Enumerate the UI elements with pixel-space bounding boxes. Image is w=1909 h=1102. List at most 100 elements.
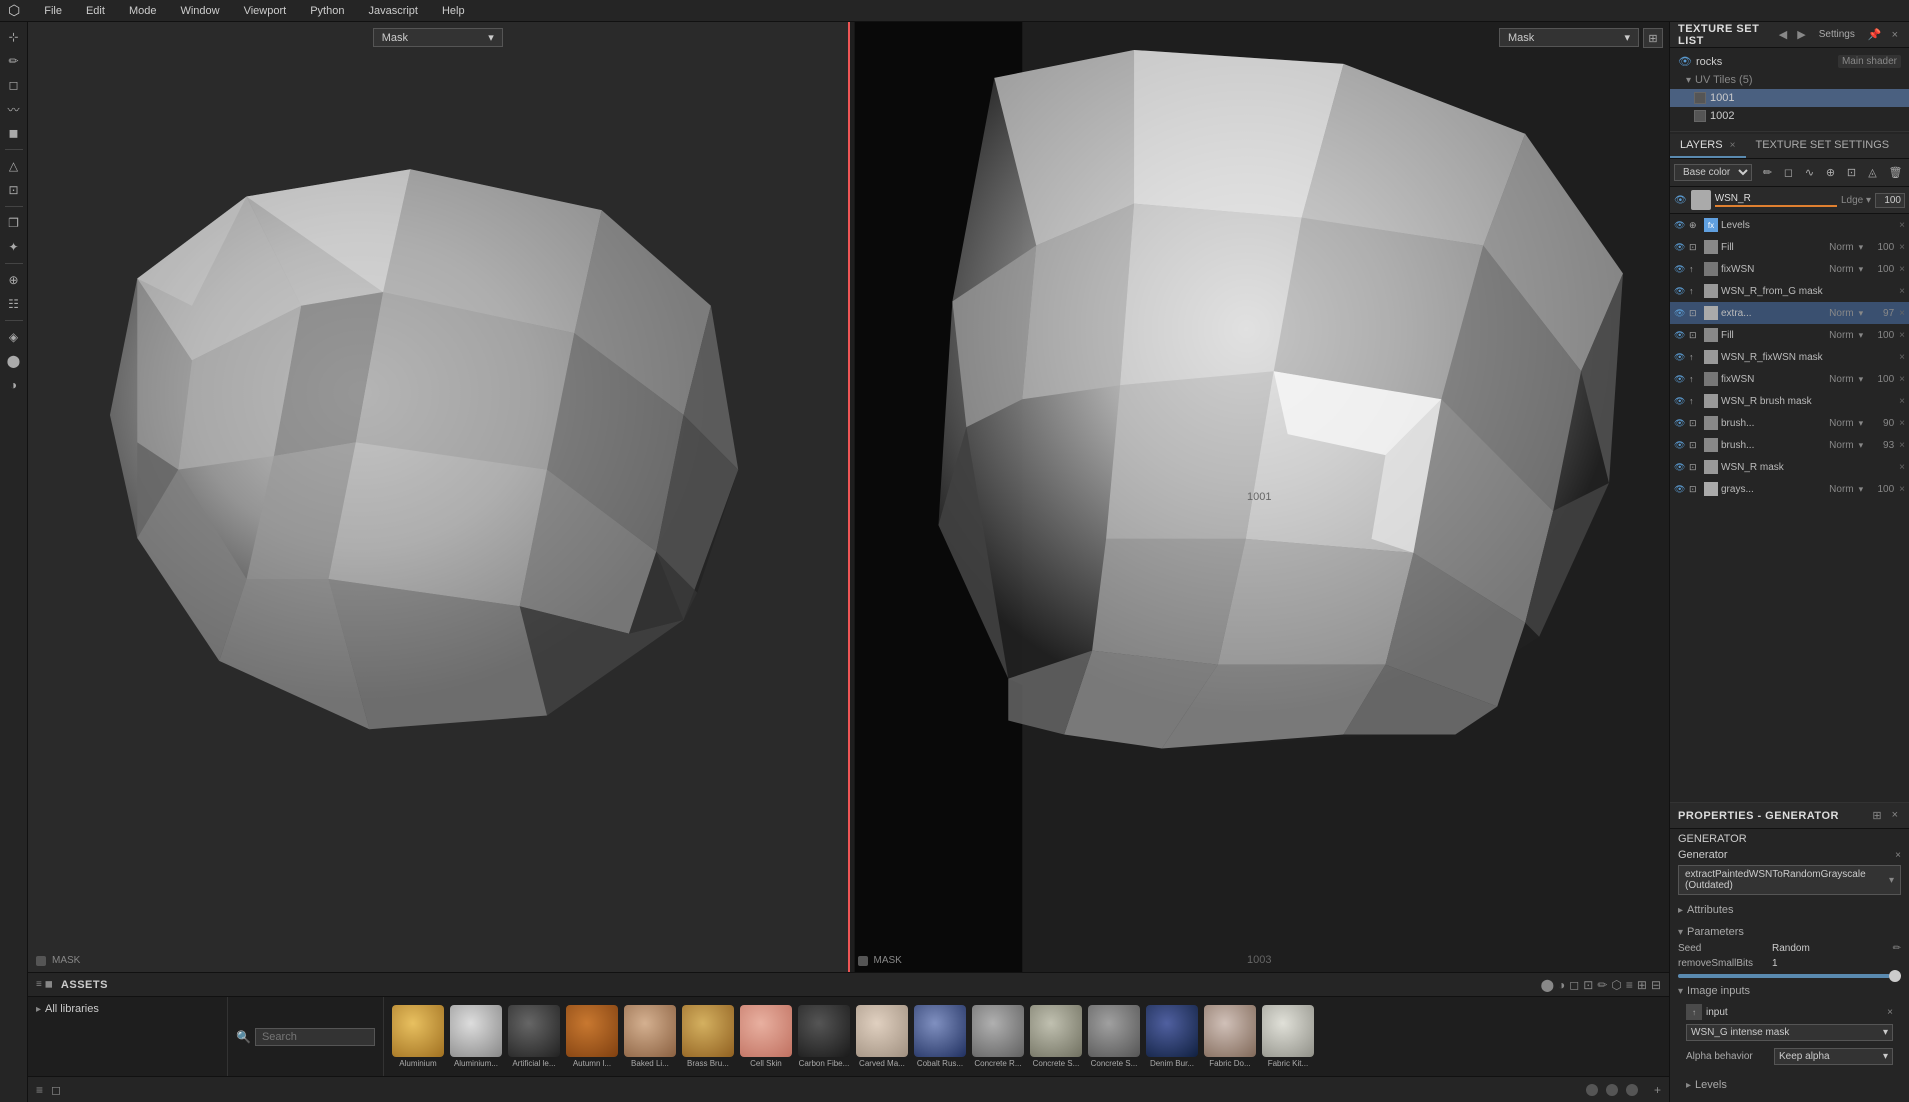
layer-tool-brush[interactable]: ∿ xyxy=(1800,162,1819,184)
layer-item-fixwsn-2[interactable]: 👁 ↑ fixWSN Norm ▾ 100 × xyxy=(1670,368,1909,390)
tsl-pin[interactable]: 📌 xyxy=(1865,27,1885,42)
assets-sphere-icon[interactable]: ⬤ xyxy=(1541,978,1554,992)
thumb-9[interactable] xyxy=(914,1005,966,1057)
thumb-15[interactable] xyxy=(1262,1005,1314,1057)
layer-close-wsn-from-g[interactable]: × xyxy=(1899,286,1905,297)
thumb-item-0[interactable]: Aluminium xyxy=(392,1005,444,1068)
layer-close-fill-1[interactable]: × xyxy=(1899,242,1905,253)
layer-tool-smudge[interactable]: ⊡ xyxy=(1842,162,1861,184)
menu-help[interactable]: Help xyxy=(438,3,469,19)
plus-btn[interactable]: + xyxy=(1654,1083,1661,1097)
tool-eraser[interactable]: ◻ xyxy=(3,74,25,96)
layer-item-levels[interactable]: 👁 ⊕ fx Levels × xyxy=(1670,214,1909,236)
layer-item-fixwsn-1[interactable]: 👁 ↑ fixWSN Norm ▾ 100 × xyxy=(1670,258,1909,280)
tool-picker[interactable]: ✦ xyxy=(3,236,25,258)
thumb-item-6[interactable]: Cell Skin xyxy=(740,1005,792,1068)
thumb-item-4[interactable]: Baked Li... xyxy=(624,1005,676,1068)
layer-item-wsn-brush-mask[interactable]: 👁 ↑ WSN_R brush mask × xyxy=(1670,390,1909,412)
layer-eye-wsn-from-g[interactable]: 👁 xyxy=(1674,286,1686,297)
tool-fill[interactable]: ◼ xyxy=(3,122,25,144)
tsl-nav-left[interactable]: ◀ xyxy=(1776,27,1790,42)
tab-texture-set-settings[interactable]: TEXTURE SET SETTINGS xyxy=(1746,134,1900,158)
rocks-item[interactable]: 👁 rocks Main shader xyxy=(1670,52,1909,71)
assets-filter-icon[interactable]: ⊡ xyxy=(1583,978,1593,992)
search-input[interactable] xyxy=(255,1028,375,1046)
layer-eye-fill-2[interactable]: 👁 xyxy=(1674,330,1686,341)
thumb-2[interactable] xyxy=(508,1005,560,1057)
tool-polygon-fill[interactable]: △ xyxy=(3,155,25,177)
tool-paint[interactable]: ✏ xyxy=(3,50,25,72)
layer-close-fixwsn-2[interactable]: × xyxy=(1899,374,1905,385)
thumb-item-15[interactable]: Fabric Kit... xyxy=(1262,1005,1314,1068)
layer-close-grays[interactable]: × xyxy=(1899,484,1905,495)
thumb-0[interactable] xyxy=(392,1005,444,1057)
thumb-item-2[interactable]: Artificial le... xyxy=(508,1005,560,1068)
assets-pattern-icon[interactable]: ⬡ xyxy=(1611,978,1621,992)
layer-tool-bucket[interactable]: ◬ xyxy=(1863,162,1882,184)
layer-close-extra[interactable]: × xyxy=(1899,308,1905,319)
thumb-item-7[interactable]: Carbon Fibe... xyxy=(798,1005,850,1068)
input-close-btn[interactable]: × xyxy=(1887,1007,1893,1018)
image-inputs-header[interactable]: ▾ Image inputs xyxy=(1678,982,1901,1000)
layer-eye-fixwsn-1[interactable]: 👁 xyxy=(1674,264,1686,275)
layer-close-brush-1[interactable]: × xyxy=(1899,418,1905,429)
assets-cube-icon[interactable]: ◻ xyxy=(1569,978,1579,992)
alpha-behavior-dropdown[interactable]: Keep alpha ▾ xyxy=(1774,1048,1893,1065)
layer-close-levels[interactable]: × xyxy=(1899,220,1905,231)
layer-eye-brush-2[interactable]: 👁 xyxy=(1674,440,1686,451)
tool-smudge[interactable]: 〰 xyxy=(3,98,25,120)
thumb-5[interactable] xyxy=(682,1005,734,1057)
layer-eye-fixwsn-2[interactable]: 👁 xyxy=(1674,374,1686,385)
tool-selection[interactable]: ⊡ xyxy=(3,179,25,201)
thumb-item-12[interactable]: Concrete S... xyxy=(1088,1005,1140,1068)
layer-item-grays[interactable]: 👁 ⊡ grays... Norm ▾ 100 × xyxy=(1670,478,1909,500)
properties-expand[interactable]: ⊞ xyxy=(1869,808,1884,823)
remove-small-bits-slider[interactable] xyxy=(1678,974,1901,978)
thumb-item-1[interactable]: Aluminium... xyxy=(450,1005,502,1068)
thumb-item-3[interactable]: Autumn l... xyxy=(566,1005,618,1068)
layer-tool-fill[interactable]: ◻ xyxy=(1779,162,1798,184)
input-value-dropdown[interactable]: WSN_G intense mask ▾ xyxy=(1686,1024,1893,1041)
layer-item-brush-2[interactable]: 👁 ⊡ brush... Norm ▾ 93 × xyxy=(1670,434,1909,456)
thumb-14[interactable] xyxy=(1204,1005,1256,1057)
tab-layers[interactable]: LAYERS × xyxy=(1670,134,1746,158)
layer-eye-grays[interactable]: 👁 xyxy=(1674,484,1686,495)
menu-viewport[interactable]: Viewport xyxy=(240,3,291,19)
assets-mat-icon[interactable]: ◑ xyxy=(1558,978,1565,992)
layer-tool-delete[interactable]: 🗑 xyxy=(1886,162,1905,184)
slider-thumb[interactable] xyxy=(1889,970,1901,982)
uv-tile-1001[interactable]: 1001 xyxy=(1670,89,1909,107)
layer-close-brush-2[interactable]: × xyxy=(1899,440,1905,451)
layer-close-fill-2[interactable]: × xyxy=(1899,330,1905,341)
layer-item-wsn-fixwsn-mask[interactable]: 👁 ↑ WSN_R_fixWSN mask × xyxy=(1670,346,1909,368)
thumb-4[interactable] xyxy=(624,1005,676,1057)
layer-item-wsn-mask[interactable]: 👁 ⊡ WSN_R mask × xyxy=(1670,456,1909,478)
thumb-3[interactable] xyxy=(566,1005,618,1057)
thumb-13[interactable] xyxy=(1146,1005,1198,1057)
thumb-item-11[interactable]: Concrete S... xyxy=(1030,1005,1082,1068)
layer-eye-brush-1[interactable]: 👁 xyxy=(1674,418,1686,429)
tool-anchor[interactable]: ⊕ xyxy=(3,269,25,291)
mask-dropdown-left[interactable]: Mask ▾ xyxy=(373,28,503,47)
layer-item-wsn-from-g[interactable]: 👁 ↑ WSN_R_from_G mask × xyxy=(1670,280,1909,302)
thumb-item-8[interactable]: Carved Ma... xyxy=(856,1005,908,1068)
menu-javascript[interactable]: Javascript xyxy=(364,3,422,19)
thumb-1[interactable] xyxy=(450,1005,502,1057)
tool-clone[interactable]: ❐ xyxy=(3,212,25,234)
layer-eye-wsn-brush-mask[interactable]: 👁 xyxy=(1674,396,1686,407)
layer-eye-levels[interactable]: 👁 xyxy=(1674,220,1686,231)
tool-color[interactable]: ⬤ xyxy=(3,350,25,372)
thumb-11[interactable] xyxy=(1030,1005,1082,1057)
thumb-item-13[interactable]: Denim Bur... xyxy=(1146,1005,1198,1068)
tab-layers-close[interactable]: × xyxy=(1730,140,1736,151)
tool-material[interactable]: ◈ xyxy=(3,326,25,348)
layer-eye-wsn-fixwsn-mask[interactable]: 👁 xyxy=(1674,352,1686,363)
layer-header-eye[interactable]: 👁 xyxy=(1674,195,1687,206)
layer-tool-clone[interactable]: ⊕ xyxy=(1821,162,1840,184)
assets-expand-icon[interactable]: ⊟ xyxy=(1651,978,1661,992)
all-libraries-item[interactable]: ▸ All libraries xyxy=(36,1003,219,1015)
thumb-item-14[interactable]: Fabric Do... xyxy=(1204,1005,1256,1068)
bottom-icon-1[interactable]: ≡ xyxy=(36,1083,43,1097)
layer-item-extra[interactable]: 👁 ⊡ extra... Norm ▾ 97 × xyxy=(1670,302,1909,324)
assets-list-icon[interactable]: ≡ xyxy=(1626,978,1633,992)
